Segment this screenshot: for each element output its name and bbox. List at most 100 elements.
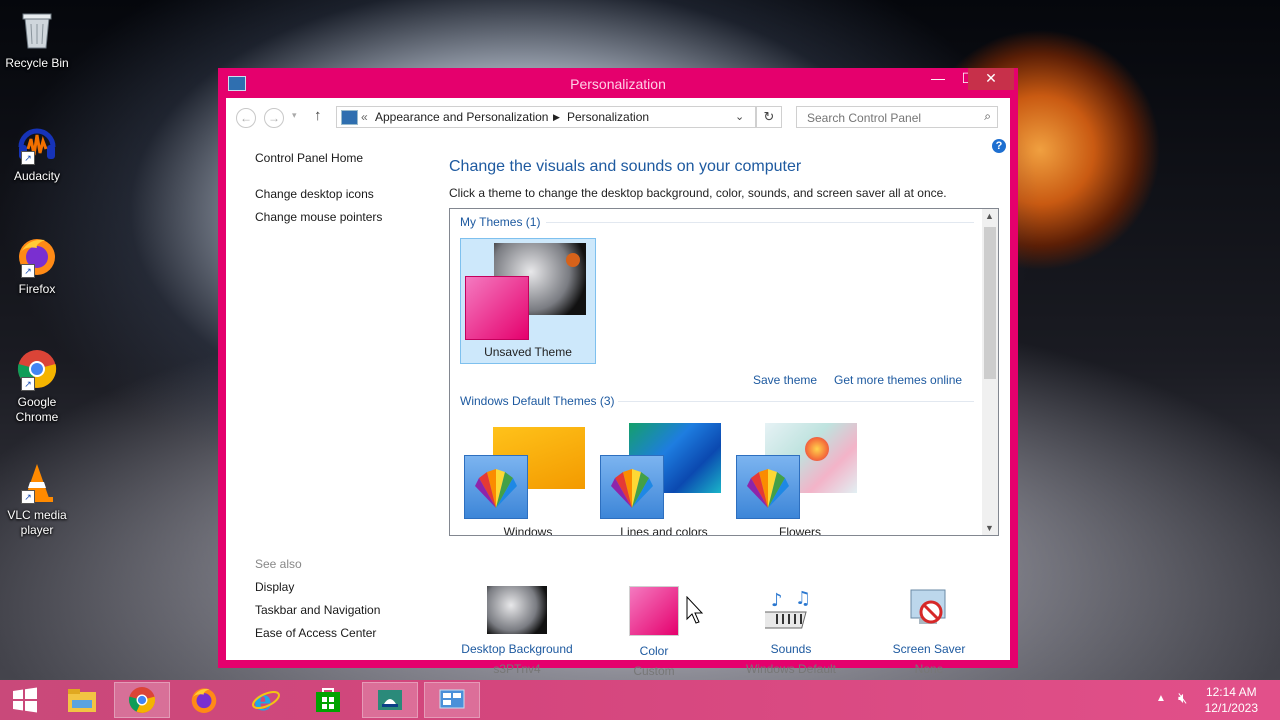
desktop-icon-google-chrome[interactable]: ↗ Google Chrome [4,347,70,425]
arrow-left-icon: ← [240,111,252,125]
chrome-icon: ↗ [15,347,59,391]
taskbar-firefox[interactable] [176,682,232,718]
color-swatch [629,586,679,636]
themes-scrollbar[interactable]: ▲ ▼ [982,209,998,535]
see-also-title: See also [255,557,302,571]
recent-locations-dropdown[interactable]: ▾ [292,110,297,121]
show-hidden-icons-button[interactable]: ▲ [1156,693,1166,704]
close-button[interactable]: ✕ [968,68,1014,90]
theme-flowers[interactable]: Flowers [732,419,868,535]
up-button[interactable]: ↑ [314,107,322,124]
address-overflow[interactable]: « [361,110,368,124]
theme-unsaved[interactable]: Unsaved Theme [460,238,596,364]
desktop-icon-vlc[interactable]: ↗ VLC media player [4,460,70,538]
shortcut-arrow-icon: ↗ [21,490,35,504]
color-value: Custom [633,664,675,678]
shortcut-arrow-icon: ↗ [21,264,35,278]
taskbar-app[interactable] [362,682,418,718]
taskbar-personalization[interactable] [424,682,480,718]
address-bar[interactable]: « Appearance and Personalization ▶ Perso… [336,106,756,128]
themes-list[interactable]: My Themes (1) Unsaved Theme Save theme G… [449,208,999,536]
scroll-thumb[interactable] [984,227,996,379]
desktop-icon-audacity[interactable]: ↗ Audacity [4,121,70,184]
color-label: Color [639,644,669,658]
desktop-icon-firefox[interactable]: ↗ Firefox [4,234,70,297]
svg-text:♪: ♪ [771,590,783,611]
internet-explorer-icon: e [252,685,280,715]
personalization-window: Personalization — ☐ ✕ ← → ▾ ↑ « Appearan… [218,68,1018,678]
firefox-icon: ↗ [15,234,59,278]
breadcrumb-personalization[interactable]: Personalization [567,110,649,124]
forward-button[interactable]: → [264,108,284,128]
sounds-label: Sounds [770,642,812,656]
windows-logo-icon [13,687,37,713]
desktop-icon-recycle-bin[interactable]: Recycle Bin [4,8,70,71]
chevron-down-icon: ▾ [292,110,297,120]
taskbar-chrome[interactable] [114,682,170,718]
get-more-themes-link[interactable]: Get more themes online [834,373,962,387]
flower-thumbnail [805,437,829,461]
shortcut-arrow-icon: ↗ [21,151,35,165]
taskbar-store[interactable] [300,682,356,718]
color-palette-icon [600,455,664,519]
clock-time: 12:14 AM [1205,685,1257,699]
store-icon [316,688,340,712]
app-icon [378,690,402,710]
search-input[interactable] [805,110,979,126]
screen-saver-item[interactable]: Screen Saver None [864,586,994,676]
sounds-value: Windows Default [745,662,837,676]
start-button[interactable] [0,682,50,718]
save-theme-link[interactable]: Save theme [753,373,817,387]
sounds-item[interactable]: ♪ ♫ Sounds Windows Default [726,586,856,676]
title-bar[interactable]: Personalization — ☐ ✕ [218,68,1018,98]
color-palette-icon [464,455,528,519]
theme-windows[interactable]: Windows [460,419,596,536]
refresh-button[interactable]: ↻ [756,106,782,128]
desktop-icon-label: Audacity [13,169,61,183]
page-title: Change the visuals and sounds on your co… [449,158,802,175]
planet-thumbnail [566,253,580,267]
theme-label: Windows [503,525,553,536]
system-clock[interactable]: 12:14 AM 12/1/2023 [1205,684,1258,716]
taskbar-navigation-link[interactable]: Taskbar and Navigation [255,603,380,617]
svg-text:♫: ♫ [795,588,811,609]
group-divider [546,222,974,223]
back-button[interactable]: ← [236,108,256,128]
volume-muted-icon[interactable]: 🔇︎ [1178,690,1187,707]
help-icon[interactable]: ? [992,139,1006,153]
sounds-icon: ♪ ♫ [757,586,817,634]
default-themes-header: Windows Default Themes (3) [460,394,615,408]
shortcut-arrow-icon: ↗ [21,377,35,391]
change-mouse-pointers-link[interactable]: Change mouse pointers [255,210,382,224]
theme-label: Unsaved Theme [484,345,572,359]
taskbar-internet-explorer[interactable]: e [238,682,294,718]
search-box[interactable]: ⌕ [796,106,998,128]
change-desktop-icons-link[interactable]: Change desktop icons [255,187,374,201]
scroll-down-icon[interactable]: ▼ [985,523,994,533]
breadcrumb-separator-icon[interactable]: ▶ [553,112,560,123]
taskbar: e ▲ 🔇︎ 12:14 AM 12/1/2023 [0,680,1280,720]
display-link[interactable]: Display [255,580,294,594]
control-panel-home-link[interactable]: Control Panel Home [255,151,363,165]
clock-date: 12/1/2023 [1204,701,1258,715]
desktop-icon-label: VLC media player [7,508,67,537]
my-themes-header: My Themes (1) [460,215,541,229]
screen-saver-label: Screen Saver [892,642,966,656]
minimize-button[interactable]: — [923,68,953,90]
ease-of-access-link[interactable]: Ease of Access Center [255,626,376,640]
desktop-background-item[interactable]: Desktop Background s3PTnv4 [452,586,582,676]
control-panel-icon [341,110,358,125]
window-title: Personalization [570,76,666,92]
taskbar-file-explorer[interactable] [54,682,110,718]
window-client-area: ← → ▾ ↑ « Appearance and Personalization… [226,98,1010,678]
desktop-icon-label: Firefox [18,282,56,296]
search-icon[interactable]: ⌕ [984,109,991,124]
theme-lines-and-colors[interactable]: Lines and colors [596,419,732,535]
color-palette-icon [736,455,800,519]
scroll-up-icon[interactable]: ▲ [985,211,994,221]
breadcrumb-appearance[interactable]: Appearance and Personalization [375,110,548,124]
chevron-down-icon[interactable]: ⌄ [735,110,744,123]
desktop-background-thumbnail [487,586,547,634]
chrome-icon [128,687,156,713]
recycle-bin-icon [15,8,59,52]
